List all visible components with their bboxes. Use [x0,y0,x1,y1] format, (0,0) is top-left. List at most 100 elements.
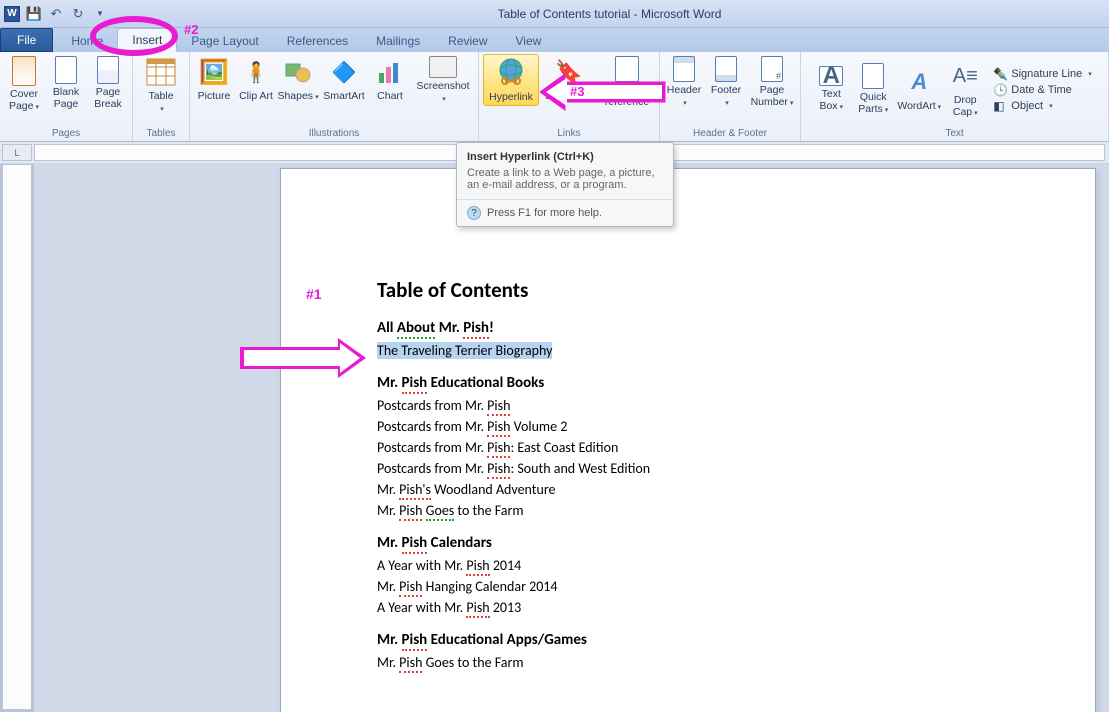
title-bar: W 💾 ↶ ↻ ▼ Table of Contents tutorial - M… [0,0,1109,28]
pagenum-button[interactable]: # Page Number▾ [748,54,796,112]
hyperlink-label: Hyperlink [489,91,533,103]
wordart-button[interactable]: A WordArt▾ [895,64,943,116]
smartart-icon: 🔷 [328,56,360,88]
document-page[interactable]: Table of Contents All About Mr. Pish! Th… [280,168,1096,712]
smartart-label: SmartArt [323,90,364,102]
table-button[interactable]: Table▾ [137,54,185,118]
doc-line[interactable]: Postcards from Mr. Pish: South and West … [377,459,999,478]
quick-access-toolbar: 💾 ↶ ↻ ▼ [24,4,110,24]
footer-label: Footer [711,84,741,96]
chart-label: Chart [377,90,403,102]
hyperlink-button[interactable]: Hyperlink [483,54,539,106]
doc-line[interactable]: Postcards from Mr. Pish [377,396,999,415]
doc-section-4-heading[interactable]: Mr. Pish Educational Apps/Games [377,631,999,649]
pagenum-icon: # [761,56,783,82]
header-button[interactable]: Header▾ [664,54,704,112]
datetime-button[interactable]: 🕓Date & Time [993,83,1091,97]
tab-references[interactable]: References [273,30,362,52]
tab-view[interactable]: View [502,30,556,52]
quickparts-icon [862,63,884,89]
bookmark-button[interactable]: 🔖 Bookmark [541,54,597,104]
blank-page-button[interactable]: Blank Page [46,54,86,112]
signature-line-button[interactable]: ✒️Signature Line▾ [993,67,1091,81]
picture-icon: 🖼️ [198,56,230,88]
header-label: Header [667,84,701,96]
shapes-icon [282,56,314,88]
wordart-label: WordArt [897,100,935,112]
table-icon [145,56,177,88]
hyperlink-tooltip: Insert Hyperlink (Ctrl+K) Create a link … [456,142,674,227]
textbox-icon: A [819,66,843,86]
clipart-button[interactable]: 🧍 Clip Art [236,54,276,104]
doc-line[interactable]: Mr. Pish Hanging Calendar 2014 [377,577,999,596]
doc-title[interactable]: Table of Contents [377,277,999,303]
qat-dropdown-icon[interactable]: ▼ [90,4,110,24]
tab-mailings[interactable]: Mailings [362,30,434,52]
tab-review[interactable]: Review [434,30,501,52]
doc-section-2-heading[interactable]: Mr. Pish Educational Books [377,374,999,392]
object-button[interactable]: ◧Object▾ [993,99,1091,113]
vertical-ruler[interactable] [2,164,32,710]
signature-label: Signature Line [1011,68,1082,80]
chart-button[interactable]: Chart [370,54,410,104]
window-title: Table of Contents tutorial - Microsoft W… [110,7,1109,21]
doc-section-1-heading[interactable]: All About Mr. Pish! [377,319,999,337]
hyperlink-icon [495,57,527,89]
picture-button[interactable]: 🖼️ Picture [194,54,234,104]
screenshot-label: Screenshot [416,80,469,92]
tab-file[interactable]: File [0,28,53,52]
doc-line[interactable]: Mr. Pish's Woodland Adventure [377,480,999,499]
cover-page-button[interactable]: Cover Page▾ [4,54,44,116]
pagenum-label: Page Number [751,84,788,108]
doc-line[interactable]: A Year with Mr. Pish 2013 [377,598,999,617]
doc-line-selected[interactable]: The Traveling Terrier Biography [377,341,999,360]
save-icon[interactable]: 💾 [24,4,44,24]
textbox-button[interactable]: A Text Box▾ [811,64,851,116]
doc-line[interactable]: Mr. Pish Goes to the Farm [377,501,999,520]
blank-page-label: Blank Page [46,86,86,110]
screenshot-icon [429,56,457,78]
quickparts-button[interactable]: Quick Parts▾ [853,61,893,119]
ruler-corner: L [2,144,32,161]
doc-line[interactable]: Postcards from Mr. Pish Volume 2 [377,417,999,436]
doc-line[interactable]: A Year with Mr. Pish 2014 [377,556,999,575]
document-canvas[interactable]: Table of Contents All About Mr. Pish! Th… [34,164,1109,712]
doc-line[interactable]: Mr. Pish Goes to the Farm [377,653,999,672]
doc-section-3-heading[interactable]: Mr. Pish Calendars [377,534,999,552]
tab-home[interactable]: Home [57,30,117,52]
table-label: Table [148,90,173,102]
crossref-button[interactable]: Cross-reference [599,54,655,110]
clipart-icon: 🧍 [240,56,272,88]
redo-icon[interactable]: ↻ [68,4,88,24]
signature-icon: ✒️ [993,67,1007,81]
ribbon-tabs: File Home Insert Page Layout References … [0,28,1109,52]
group-headerfooter: Header▾ Footer▾ # Page Number▾ Header & … [660,52,801,141]
group-pages-label: Pages [4,126,128,141]
tab-insert[interactable]: Insert [117,28,177,52]
doc-line[interactable]: Postcards from Mr. Pish: East Coast Edit… [377,438,999,457]
group-illustrations: 🖼️ Picture 🧍 Clip Art Shapes▾ 🔷 SmartArt [190,52,479,141]
help-icon: ? [467,206,481,220]
tab-pagelayout[interactable]: Page Layout [177,30,272,52]
group-tables-label: Tables [137,126,185,141]
group-headerfooter-label: Header & Footer [664,126,796,141]
footer-icon [715,56,737,82]
object-icon: ◧ [993,99,1007,113]
bookmark-label: Bookmark [545,90,592,102]
screenshot-button[interactable]: Screenshot▾ [412,54,474,108]
dropcap-button[interactable]: A≡ Drop Cap▾ [945,58,985,122]
cover-page-icon [12,56,36,86]
shapes-label: Shapes [277,90,313,102]
page-break-button[interactable]: Page Break [88,54,128,112]
cover-page-label: Cover Page [9,88,38,112]
datetime-label: Date & Time [1011,84,1072,96]
undo-icon[interactable]: ↶ [46,4,66,24]
group-text: A Text Box▾ Quick Parts▾ A WordArt▾ A≡ D… [801,52,1109,141]
footer-button[interactable]: Footer▾ [706,54,746,112]
page-break-icon [97,56,119,84]
crossref-icon [615,56,639,82]
shapes-button[interactable]: Shapes▾ [278,54,318,106]
tooltip-footer: ? Press F1 for more help. [457,199,673,226]
smartart-button[interactable]: 🔷 SmartArt [320,54,368,104]
tooltip-body: Create a link to a Web page, a picture, … [457,165,673,199]
